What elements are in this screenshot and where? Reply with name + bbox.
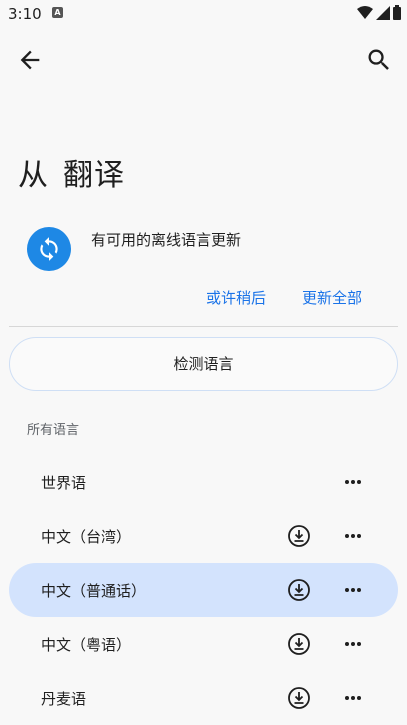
status-time: 3:10 bbox=[8, 5, 42, 23]
language-row[interactable]: 丹麦语 bbox=[9, 671, 398, 725]
sync-icon bbox=[27, 227, 71, 271]
more-options-icon[interactable] bbox=[341, 686, 365, 710]
search-icon bbox=[368, 49, 389, 70]
language-name: 世界语 bbox=[41, 474, 87, 492]
download-icon[interactable] bbox=[287, 578, 311, 602]
detect-language-button[interactable]: 检测语言 bbox=[9, 337, 398, 391]
more-options-icon[interactable] bbox=[341, 524, 365, 548]
arrow-left-icon bbox=[20, 50, 40, 70]
status-bar: 3:10 A bbox=[0, 0, 407, 28]
battery-icon bbox=[393, 5, 401, 20]
top-app-bar bbox=[0, 38, 407, 82]
wifi-icon bbox=[357, 5, 373, 19]
more-options-icon[interactable] bbox=[341, 578, 365, 602]
back-button[interactable] bbox=[16, 46, 44, 74]
language-name: 中文（粤语） bbox=[41, 636, 132, 654]
update-message: 有可用的离线语言更新 bbox=[91, 231, 242, 249]
page-title: 从翻译 bbox=[18, 150, 125, 194]
language-name: 中文（普通话） bbox=[41, 582, 147, 600]
more-options-icon[interactable] bbox=[341, 470, 365, 494]
download-icon[interactable] bbox=[287, 686, 311, 710]
download-icon[interactable] bbox=[287, 632, 311, 656]
language-name: 中文（台湾） bbox=[41, 528, 132, 546]
notification-badge: A bbox=[52, 7, 63, 18]
language-row[interactable]: 世界语 bbox=[9, 455, 398, 509]
title-to: 翻译 bbox=[63, 158, 125, 193]
title-from: 从 bbox=[18, 158, 49, 193]
language-row[interactable]: 中文（粤语） bbox=[9, 617, 398, 671]
language-row-selected[interactable]: 中文（普通话） bbox=[9, 563, 398, 617]
language-row[interactable]: 中文（台湾） bbox=[9, 509, 398, 563]
update-all-button[interactable]: 更新全部 bbox=[302, 287, 362, 308]
offline-update-card: 有可用的离线语言更新 或许稍后 更新全部 bbox=[0, 215, 407, 315]
search-button[interactable] bbox=[365, 46, 393, 74]
divider bbox=[9, 326, 398, 327]
more-options-icon[interactable] bbox=[341, 632, 365, 656]
status-icons bbox=[357, 5, 401, 20]
download-icon[interactable] bbox=[287, 524, 311, 548]
section-label: 所有语言 bbox=[27, 423, 80, 438]
language-name: 丹麦语 bbox=[41, 690, 87, 708]
later-button[interactable]: 或许稍后 bbox=[206, 287, 266, 308]
signal-icon bbox=[376, 5, 390, 20]
